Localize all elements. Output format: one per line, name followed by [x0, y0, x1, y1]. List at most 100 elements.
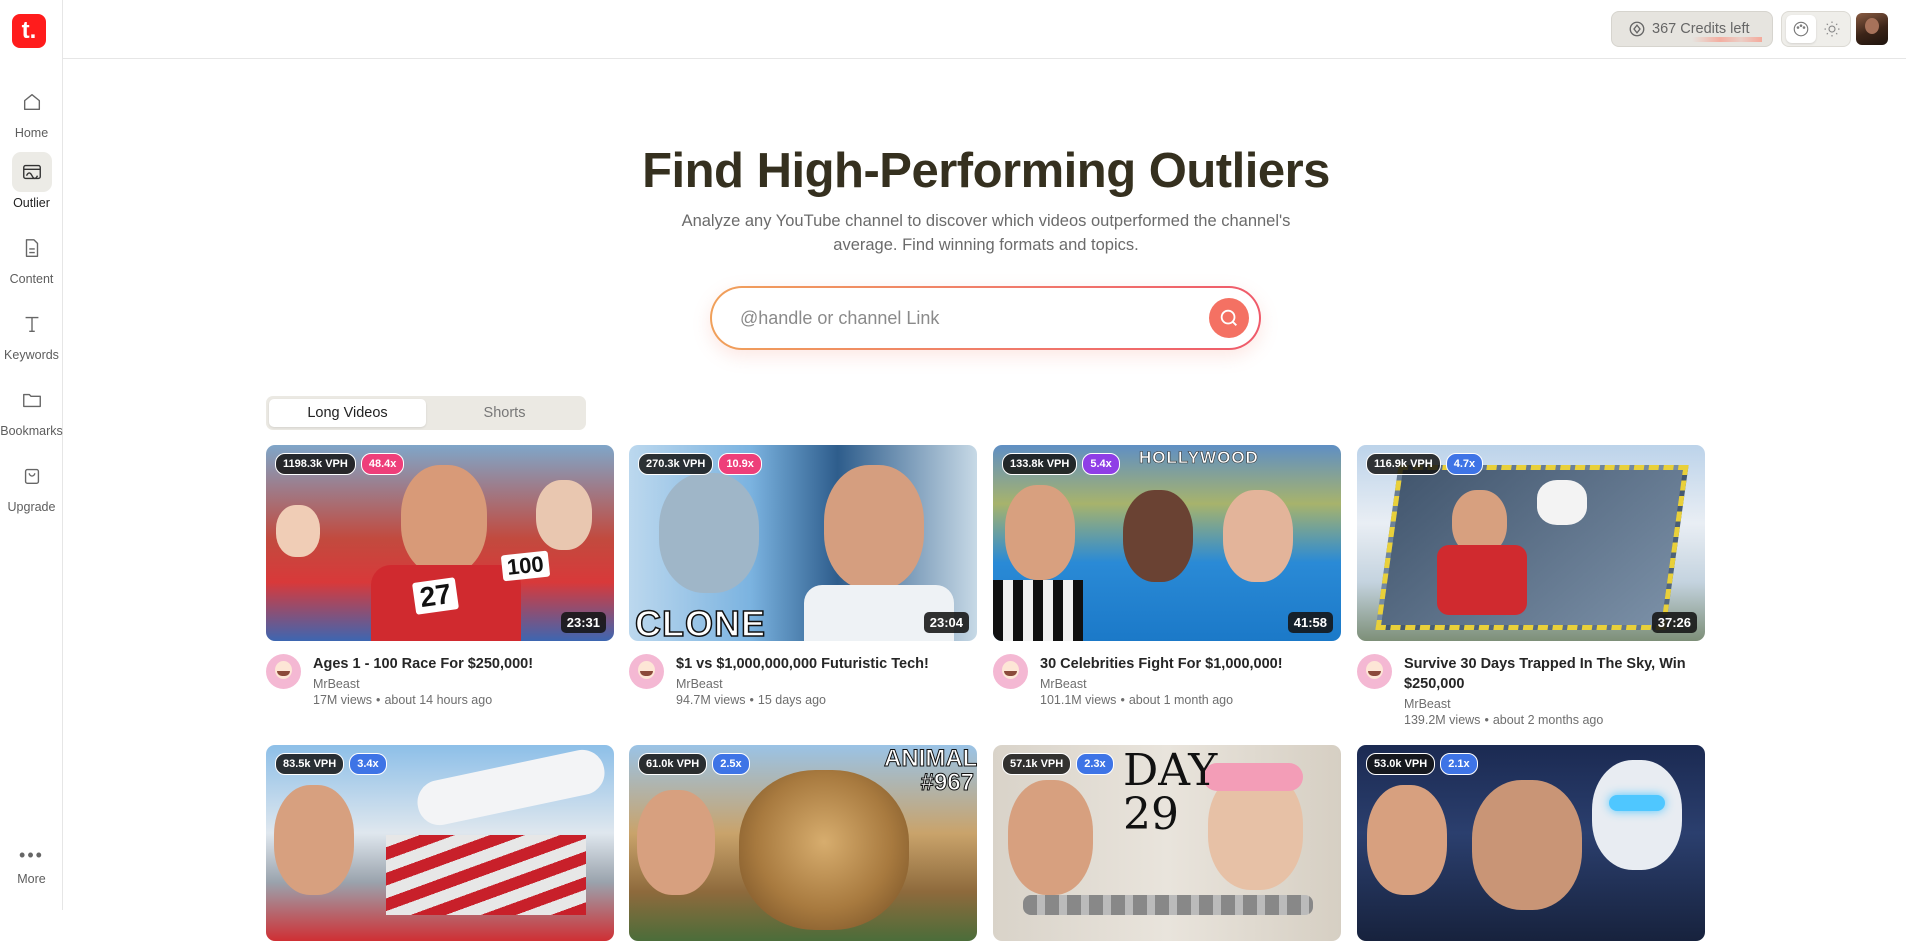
video-title[interactable]: Survive 30 Days Trapped In The Sky, Win … [1404, 654, 1705, 694]
channel-name[interactable]: MrBeast [1404, 697, 1705, 711]
sidebar-item-more[interactable]: ••• More [0, 845, 63, 886]
video-stats: 17M views • about 14 hours ago [313, 693, 493, 707]
channel-avatar[interactable] [629, 654, 664, 689]
text-icon [12, 304, 52, 344]
view-count: 101.1M views [1040, 693, 1117, 707]
thumbnail-overlay-text: ANIMAL #967 [884, 745, 978, 796]
document-icon [12, 228, 52, 268]
sun-icon [1824, 21, 1839, 37]
outlier-multiplier-badge: 2.5x [712, 753, 750, 775]
credits-icon [1629, 21, 1645, 37]
light-theme-button[interactable] [1817, 15, 1847, 43]
video-duration: 37:26 [1651, 612, 1697, 633]
published-time: about 2 months ago [1492, 713, 1604, 727]
video-card[interactable]: 116.9k VPH 4.7x 37:26 Survive 30 Days Tr… [1357, 445, 1705, 727]
vph-badge: 61.0k VPH [638, 753, 708, 775]
sidebar-item-label: More [17, 872, 46, 886]
channel-name[interactable]: MrBeast [1040, 677, 1283, 691]
search-icon [1220, 309, 1237, 326]
sidebar-item-bookmarks[interactable]: Bookmarks [0, 380, 63, 438]
vph-badge: 270.3k VPH [638, 453, 714, 475]
video-thumbnail[interactable]: DAY 29 57.1k VPH 2.3x [993, 745, 1341, 941]
video-duration: 23:04 [923, 612, 969, 633]
video-card[interactable]: CLONE 270.3k VPH 10.9x 23:04 $1 vs $1,00… [629, 445, 977, 707]
outlier-multiplier-badge: 10.9x [718, 453, 762, 475]
theme-toggle[interactable] [1781, 11, 1851, 47]
video-duration: 23:31 [560, 612, 606, 633]
sidebar-item-content[interactable]: Content [0, 228, 63, 286]
video-thumbnail[interactable]: 53.0k VPH 2.1x [1357, 745, 1705, 941]
channel-name[interactable]: MrBeast [313, 677, 533, 691]
tab-long-videos[interactable]: Long Videos [269, 399, 426, 427]
app-logo[interactable]: t. [12, 14, 46, 48]
thumbnail-overlay-text: HOLLYWOOD [1139, 448, 1259, 468]
home-icon [12, 82, 52, 122]
video-stats: 94.7M views • 15 days ago [676, 693, 826, 707]
video-card[interactable]: 83.5k VPH 3.4x [266, 745, 614, 941]
outlier-multiplier-badge: 48.4x [360, 453, 405, 475]
sidebar-item-home[interactable]: Home [0, 82, 63, 140]
video-card[interactable]: 27 100 1198.3k VPH 48.4x 23:31 Ages 1 - … [266, 445, 614, 707]
sidebar-item-label: Bookmarks [0, 424, 63, 438]
video-title[interactable]: 30 Celebrities Fight For $1,000,000! [1040, 654, 1283, 674]
credits-indicator[interactable]: 367 Credits left [1611, 11, 1773, 47]
video-thumbnail[interactable]: 116.9k VPH 4.7x 37:26 [1357, 445, 1705, 641]
search-button[interactable] [1209, 298, 1249, 338]
page-title: Find High-Performing Outliers [642, 144, 1330, 198]
video-card[interactable]: ANIMAL #967 61.0k VPH 2.5x [629, 745, 977, 941]
published-time: about 14 hours ago [384, 693, 493, 707]
outlier-multiplier-badge: 4.7x [1445, 453, 1484, 475]
bag-icon [12, 456, 52, 496]
more-dots-icon: ••• [19, 845, 44, 865]
view-count: 17M views [313, 693, 373, 707]
channel-search [710, 286, 1261, 350]
user-avatar[interactable] [1856, 13, 1888, 45]
sidebar-item-upgrade[interactable]: Upgrade [0, 456, 63, 514]
thumbnail-overlay-text: DAY 29 [1123, 745, 1218, 840]
sidebar-item-label: Upgrade [7, 500, 56, 514]
view-count: 94.7M views [676, 693, 746, 707]
credits-glow [1692, 37, 1762, 42]
video-stats: 101.1M views • about 1 month ago [1040, 693, 1234, 707]
published-time: about 1 month ago [1128, 693, 1234, 707]
sidebar-item-keywords[interactable]: Keywords [0, 304, 63, 362]
video-thumbnail[interactable]: 27 100 1198.3k VPH 48.4x 23:31 [266, 445, 614, 641]
vph-badge: 1198.3k VPH [275, 453, 356, 475]
palette-icon [1793, 21, 1808, 37]
outlier-multiplier-badge: 3.4x [349, 753, 387, 775]
video-title[interactable]: $1 vs $1,000,000,000 Futuristic Tech! [676, 654, 929, 674]
published-time: 15 days ago [757, 693, 826, 707]
outlier-multiplier-badge: 5.4x [1082, 453, 1120, 475]
video-card[interactable]: 53.0k VPH 2.1x [1357, 745, 1705, 941]
vph-badge: 116.9k VPH [1366, 453, 1441, 475]
channel-avatar[interactable] [266, 654, 301, 689]
video-title[interactable]: Ages 1 - 100 Race For $250,000! [313, 654, 533, 674]
vph-badge: 53.0k VPH [1366, 753, 1436, 775]
video-thumbnail[interactable]: ANIMAL #967 61.0k VPH 2.5x [629, 745, 977, 941]
channel-search-input[interactable] [740, 307, 1209, 329]
view-count: 139.2M views [1404, 713, 1481, 727]
video-thumbnail[interactable]: 83.5k VPH 3.4x [266, 745, 614, 941]
outlier-multiplier-badge: 2.3x [1076, 753, 1114, 775]
vph-badge: 57.1k VPH [1002, 753, 1072, 775]
video-card[interactable]: HOLLYWOOD 133.8k VPH 5.4x 41:58 30 Celeb… [993, 445, 1341, 707]
channel-name[interactable]: MrBeast [676, 677, 929, 691]
top-bar: 367 Credits left [63, 0, 1906, 59]
thumbnail-overlay-text: CLONE [634, 602, 766, 641]
vph-badge: 83.5k VPH [275, 753, 345, 775]
sidebar-item-label: Home [14, 126, 49, 140]
page-subtitle: Analyze any YouTube channel to discover … [681, 212, 1291, 254]
video-stats: 139.2M views • about 2 months ago [1404, 713, 1604, 727]
credits-label: 367 Credits left [1652, 21, 1750, 37]
video-thumbnail[interactable]: HOLLYWOOD 133.8k VPH 5.4x 41:58 [993, 445, 1341, 641]
sidebar-item-label: Keywords [4, 348, 59, 362]
palette-theme-button[interactable] [1785, 15, 1816, 43]
vph-badge: 133.8k VPH [1002, 453, 1078, 475]
video-thumbnail[interactable]: CLONE 270.3k VPH 10.9x 23:04 [629, 445, 977, 641]
tab-shorts[interactable]: Shorts [426, 399, 583, 427]
video-card[interactable]: DAY 29 57.1k VPH 2.3x [993, 745, 1341, 941]
outlier-multiplier-badge: 2.1x [1440, 753, 1478, 775]
channel-avatar[interactable] [1357, 654, 1392, 689]
video-duration: 41:58 [1287, 612, 1333, 633]
channel-avatar[interactable] [993, 654, 1028, 689]
